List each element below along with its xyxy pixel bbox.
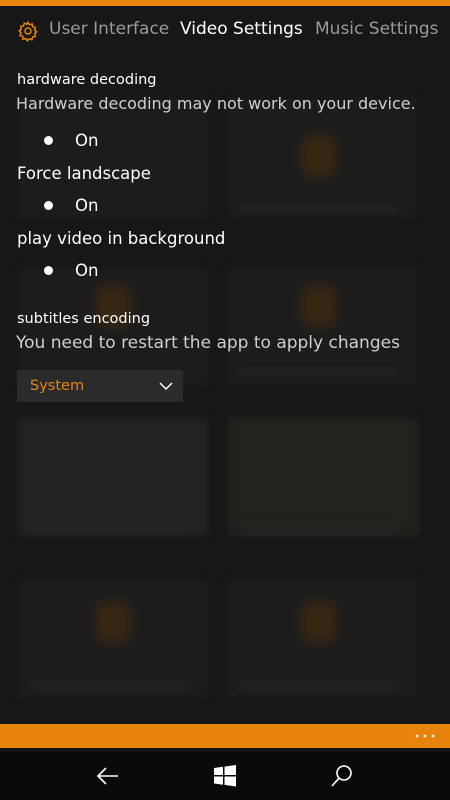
- pivot-header: User Interface Video Settings Music Sett…: [0, 6, 450, 56]
- radio-dot-icon: [44, 135, 53, 145]
- play-in-background-on-radio[interactable]: On: [44, 258, 98, 282]
- tab-music-settings[interactable]: Music Settings: [315, 19, 439, 39]
- windows-icon[interactable]: [213, 764, 237, 788]
- play-in-background-label: play video in background: [17, 229, 226, 248]
- radio-dot-icon: [44, 265, 53, 275]
- hardware-decoding-label: hardware decoding: [17, 72, 157, 88]
- blurred-background: [0, 6, 450, 724]
- radio-label: On: [75, 260, 99, 280]
- radio-label: On: [75, 195, 99, 215]
- subtitles-encoding-label: subtitles encoding: [17, 311, 151, 327]
- force-landscape-on-radio[interactable]: On: [44, 193, 98, 217]
- subtitles-encoding-description: You need to restart the app to apply cha…: [16, 333, 400, 353]
- back-icon[interactable]: [96, 764, 120, 788]
- background-dim-overlay: [0, 6, 450, 724]
- chevron-down-icon: [159, 382, 173, 391]
- hardware-decoding-on-radio[interactable]: On: [44, 128, 98, 152]
- subtitles-encoding-dropdown[interactable]: System: [17, 370, 183, 402]
- tab-user-interface[interactable]: User Interface: [49, 19, 169, 39]
- gear-icon[interactable]: [17, 20, 39, 42]
- dropdown-selected-value: System: [30, 378, 85, 394]
- hardware-decoding-description: Hardware decoding may not work on your d…: [16, 94, 416, 113]
- search-icon[interactable]: [330, 764, 354, 788]
- app-bar: [0, 724, 450, 748]
- system-nav-bar: [0, 752, 450, 800]
- more-icon[interactable]: [414, 730, 436, 742]
- radio-dot-icon: [44, 200, 53, 210]
- tab-video-settings[interactable]: Video Settings: [180, 19, 303, 39]
- radio-label: On: [75, 130, 99, 150]
- force-landscape-label: Force landscape: [17, 164, 151, 183]
